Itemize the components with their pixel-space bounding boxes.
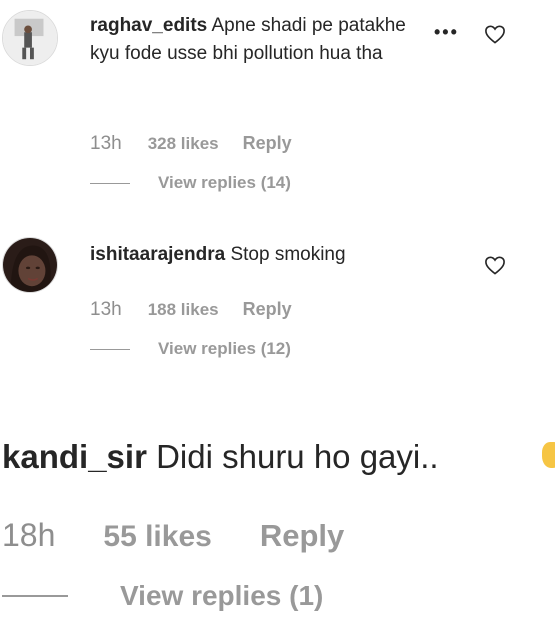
avatar[interactable] [2, 237, 58, 293]
view-replies-label: View replies (14) [158, 173, 291, 192]
comment-text-block: raghav_edits Apne shadi pe patakhe kyu f… [90, 12, 420, 67]
reply-button[interactable]: Reply [260, 518, 344, 554]
comment-item: raghav_edits Apne shadi pe patakhe kyu f… [0, 0, 555, 205]
comment-text-block: kandi_sir Didi shuru ho gayi.. [2, 433, 555, 481]
comment-meta: 13h 188 likes Reply [90, 299, 292, 321]
comment-item: ishitaarajendra Stop smoking 13h 188 lik… [0, 225, 555, 375]
comment-text-block: ishitaarajendra Stop smoking [90, 241, 470, 269]
comment-likes[interactable]: 55 likes [103, 520, 211, 554]
replies-divider [90, 182, 130, 184]
comment-username[interactable]: ishitaarajendra [90, 244, 225, 265]
replies-divider [2, 595, 68, 597]
heart-outline-icon[interactable] [484, 24, 506, 49]
more-options-icon[interactable]: ••• [434, 22, 459, 43]
avatar[interactable] [2, 10, 58, 66]
heart-outline-icon[interactable] [484, 255, 506, 280]
avatar-image [3, 238, 57, 292]
view-replies-label: View replies (1) [120, 580, 324, 611]
comment-username[interactable]: raghav_edits [90, 15, 207, 36]
avatar-image [3, 11, 57, 65]
comment-meta: 18h 55 likes Reply [2, 517, 344, 554]
view-replies-button[interactable]: View replies (14) [90, 173, 291, 193]
comment-body: Didi shuru ho gayi.. [156, 438, 439, 475]
reply-button[interactable]: Reply [243, 299, 292, 320]
comment-likes[interactable]: 328 likes [148, 134, 219, 154]
comment-likes[interactable]: 188 likes [148, 300, 219, 320]
comment-time[interactable]: 18h [2, 517, 55, 554]
replies-divider [90, 348, 130, 350]
view-replies-button[interactable]: View replies (1) [2, 580, 323, 612]
comment-body: Stop smoking [230, 244, 346, 265]
emoji-icon [542, 442, 555, 468]
comment-time[interactable]: 13h [90, 133, 122, 155]
comment-item: kandi_sir Didi shuru ho gayi.. 18h 55 li… [0, 420, 555, 620]
view-replies-button[interactable]: View replies (12) [90, 339, 291, 359]
reply-button[interactable]: Reply [243, 133, 292, 154]
comment-username[interactable]: kandi_sir [2, 438, 147, 475]
comment-meta: 13h 328 likes Reply [90, 133, 292, 155]
view-replies-label: View replies (12) [158, 339, 291, 358]
comment-time[interactable]: 13h [90, 299, 122, 321]
